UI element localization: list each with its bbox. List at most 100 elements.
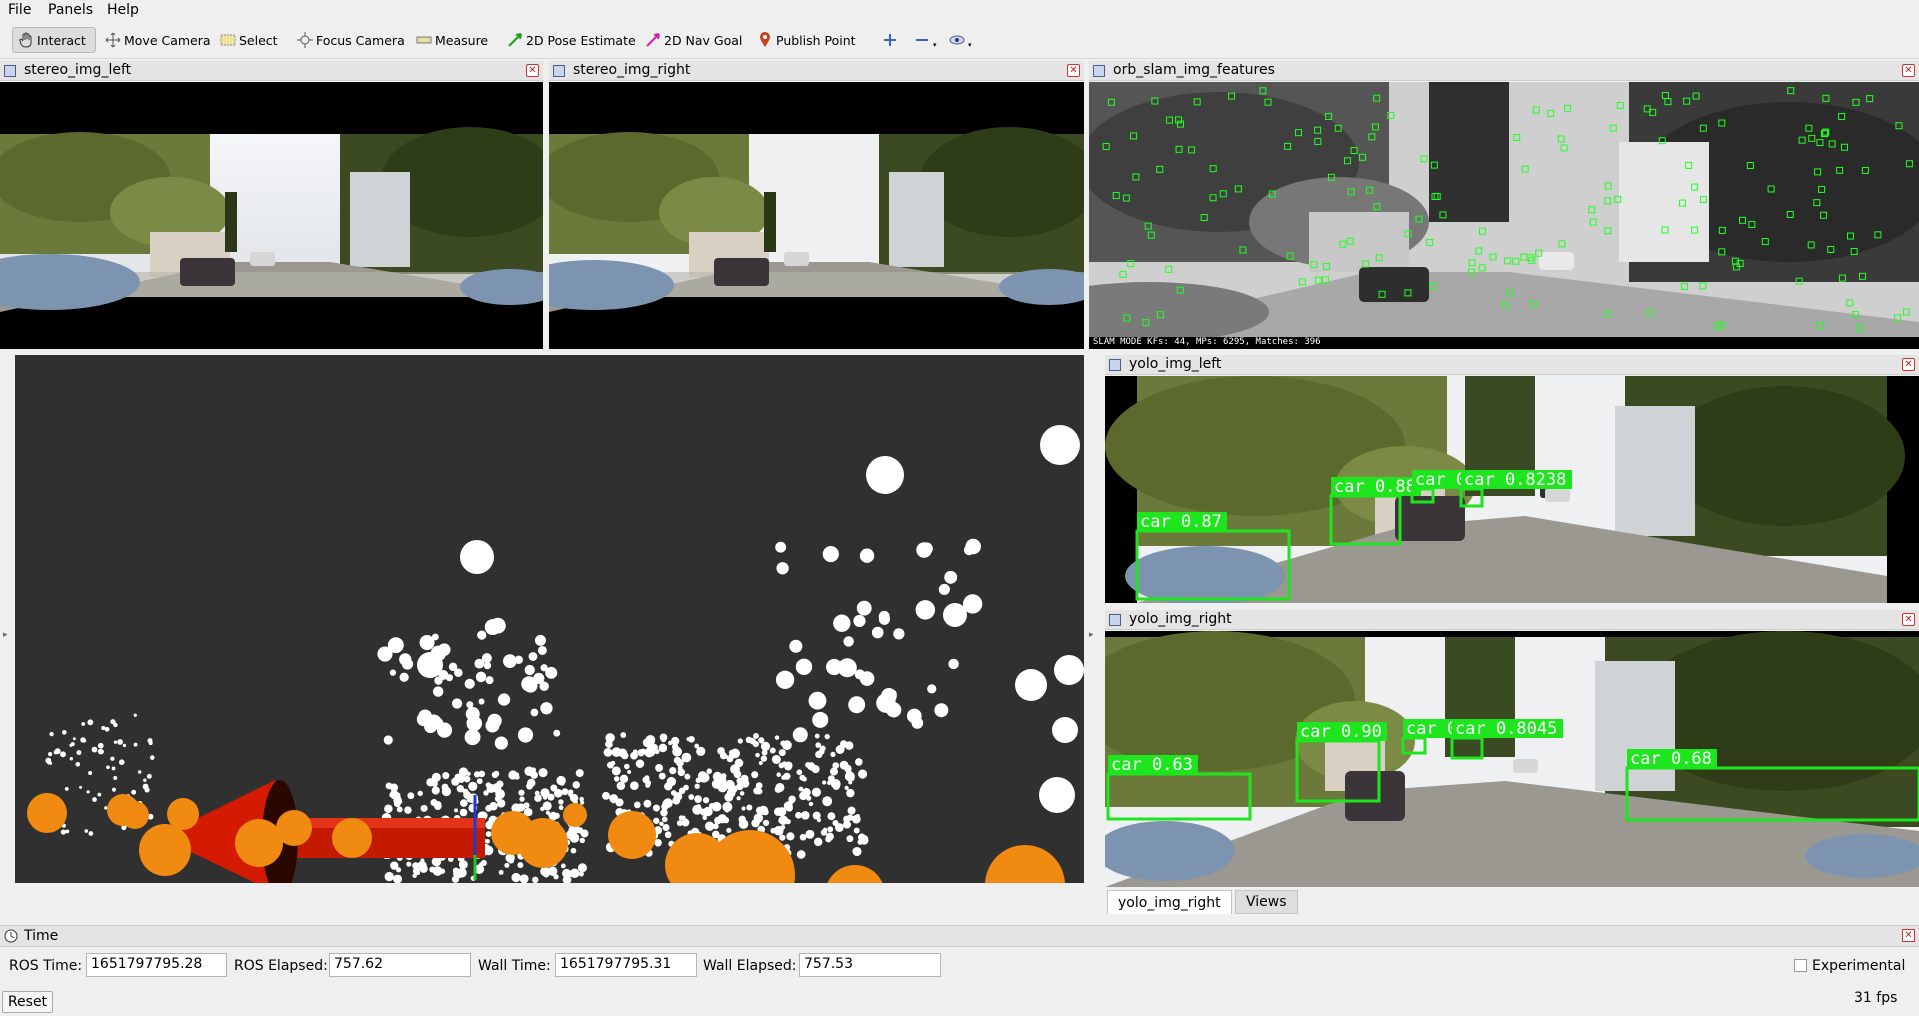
menu-file[interactable]: File (8, 2, 31, 18)
map-point (782, 761, 787, 766)
menu-help[interactable]: Help (107, 2, 139, 18)
map-point (722, 816, 730, 824)
map-point (76, 750, 82, 756)
plus-icon (881, 31, 899, 49)
ros-time-field[interactable]: 1651797795.28 (86, 953, 227, 977)
map-point (688, 794, 695, 800)
map-point (113, 740, 118, 744)
map-point (485, 831, 492, 838)
pose-estimate-tool-button[interactable]: 2D Pose Estimate (502, 27, 640, 53)
map-point (468, 781, 478, 792)
map-point (383, 735, 393, 745)
close-icon[interactable]: ✕ (1902, 358, 1915, 371)
map-point (553, 874, 559, 880)
map-point (1052, 717, 1078, 743)
experimental-checkbox[interactable] (1794, 959, 1807, 972)
select-label: Select (239, 32, 278, 48)
reset-button[interactable]: Reset (2, 991, 53, 1013)
right-dock-arrow-icon[interactable]: ▸ (1089, 630, 1094, 640)
map-point (419, 864, 428, 873)
map-point (605, 740, 613, 748)
map-point (659, 821, 664, 827)
detection-label: car 0.90 (1300, 722, 1382, 742)
add-tool-button[interactable] (877, 27, 905, 53)
close-icon[interactable]: ✕ (1067, 64, 1080, 77)
map-point (511, 872, 521, 883)
map-point (798, 786, 804, 792)
map-point (399, 672, 409, 682)
eye-icon (948, 31, 966, 49)
ros-elapsed-field[interactable]: 757.62 (329, 953, 471, 977)
map-point (737, 738, 743, 744)
map-point (773, 825, 784, 836)
panel-title: stereo_img_left (24, 62, 132, 78)
map-point (133, 713, 137, 717)
focus-camera-tool-button[interactable]: Focus Camera (292, 27, 409, 53)
map-point (377, 646, 393, 662)
interact-tool-button[interactable]: Interact (12, 27, 96, 53)
close-icon[interactable]: ✕ (1902, 613, 1915, 626)
map-point (927, 684, 937, 694)
map-point (792, 727, 808, 743)
map-point (117, 739, 123, 745)
close-icon[interactable]: ✕ (1902, 64, 1915, 77)
select-tool-button[interactable]: Select (215, 27, 282, 53)
time-panel-title: Time (24, 928, 59, 944)
map-point (397, 798, 403, 805)
map-point (384, 871, 394, 882)
map-point (846, 769, 852, 775)
map-point (718, 776, 727, 785)
move-camera-tool-button[interactable]: Move Camera (100, 27, 215, 53)
map-point (460, 540, 494, 574)
remove-tool-button[interactable]: ▾ (909, 27, 941, 53)
3d-render-view[interactable] (15, 355, 1084, 883)
wall-elapsed-field[interactable]: 757.53 (799, 953, 941, 977)
green-arrow-icon (506, 31, 524, 49)
map-point (811, 787, 822, 797)
wall-time-field[interactable]: 1651797795.31 (555, 953, 697, 977)
map-point (722, 801, 733, 812)
nav-goal-tool-button[interactable]: 2D Nav Goal (640, 27, 746, 53)
map-point (795, 658, 813, 675)
map-point (406, 861, 412, 867)
map-point (474, 658, 485, 669)
map-point (755, 752, 760, 758)
map-point (755, 782, 763, 789)
map-point (80, 737, 86, 743)
map-point (694, 783, 700, 789)
map-point (113, 776, 118, 780)
map-point (662, 823, 670, 832)
map-point (432, 686, 444, 697)
menu-panels[interactable]: Panels (48, 2, 93, 18)
map-point (808, 801, 814, 807)
map-point (676, 759, 684, 767)
map-point (420, 804, 428, 812)
publish-point-tool-button[interactable]: Publish Point (752, 27, 860, 53)
left-dock-arrow-icon[interactable]: ▸ (3, 630, 8, 640)
map-point (64, 787, 69, 791)
map-point (97, 748, 104, 755)
map-point (821, 780, 827, 785)
map-point (538, 768, 548, 778)
map-point (526, 782, 533, 790)
measure-tool-button[interactable]: Measure (411, 27, 492, 53)
map-point (610, 760, 616, 766)
view-tool-button[interactable]: ▾ (944, 27, 976, 53)
map-point (146, 773, 152, 779)
map-point (412, 873, 417, 878)
map-point (441, 783, 449, 791)
tab-yolo-img-right[interactable]: yolo_img_right (1107, 890, 1232, 914)
close-icon[interactable]: ✕ (1902, 929, 1915, 942)
map-point (702, 815, 708, 821)
map-point (671, 743, 679, 751)
panel-icon (1109, 359, 1121, 371)
map-point (442, 772, 450, 780)
tab-views[interactable]: Views (1235, 890, 1298, 914)
close-icon[interactable]: ✕ (526, 64, 539, 77)
map-point (611, 766, 621, 776)
map-point (393, 874, 403, 883)
map-point (456, 784, 465, 793)
map-point (104, 726, 110, 732)
map-point (948, 658, 959, 670)
map-point (813, 837, 823, 847)
